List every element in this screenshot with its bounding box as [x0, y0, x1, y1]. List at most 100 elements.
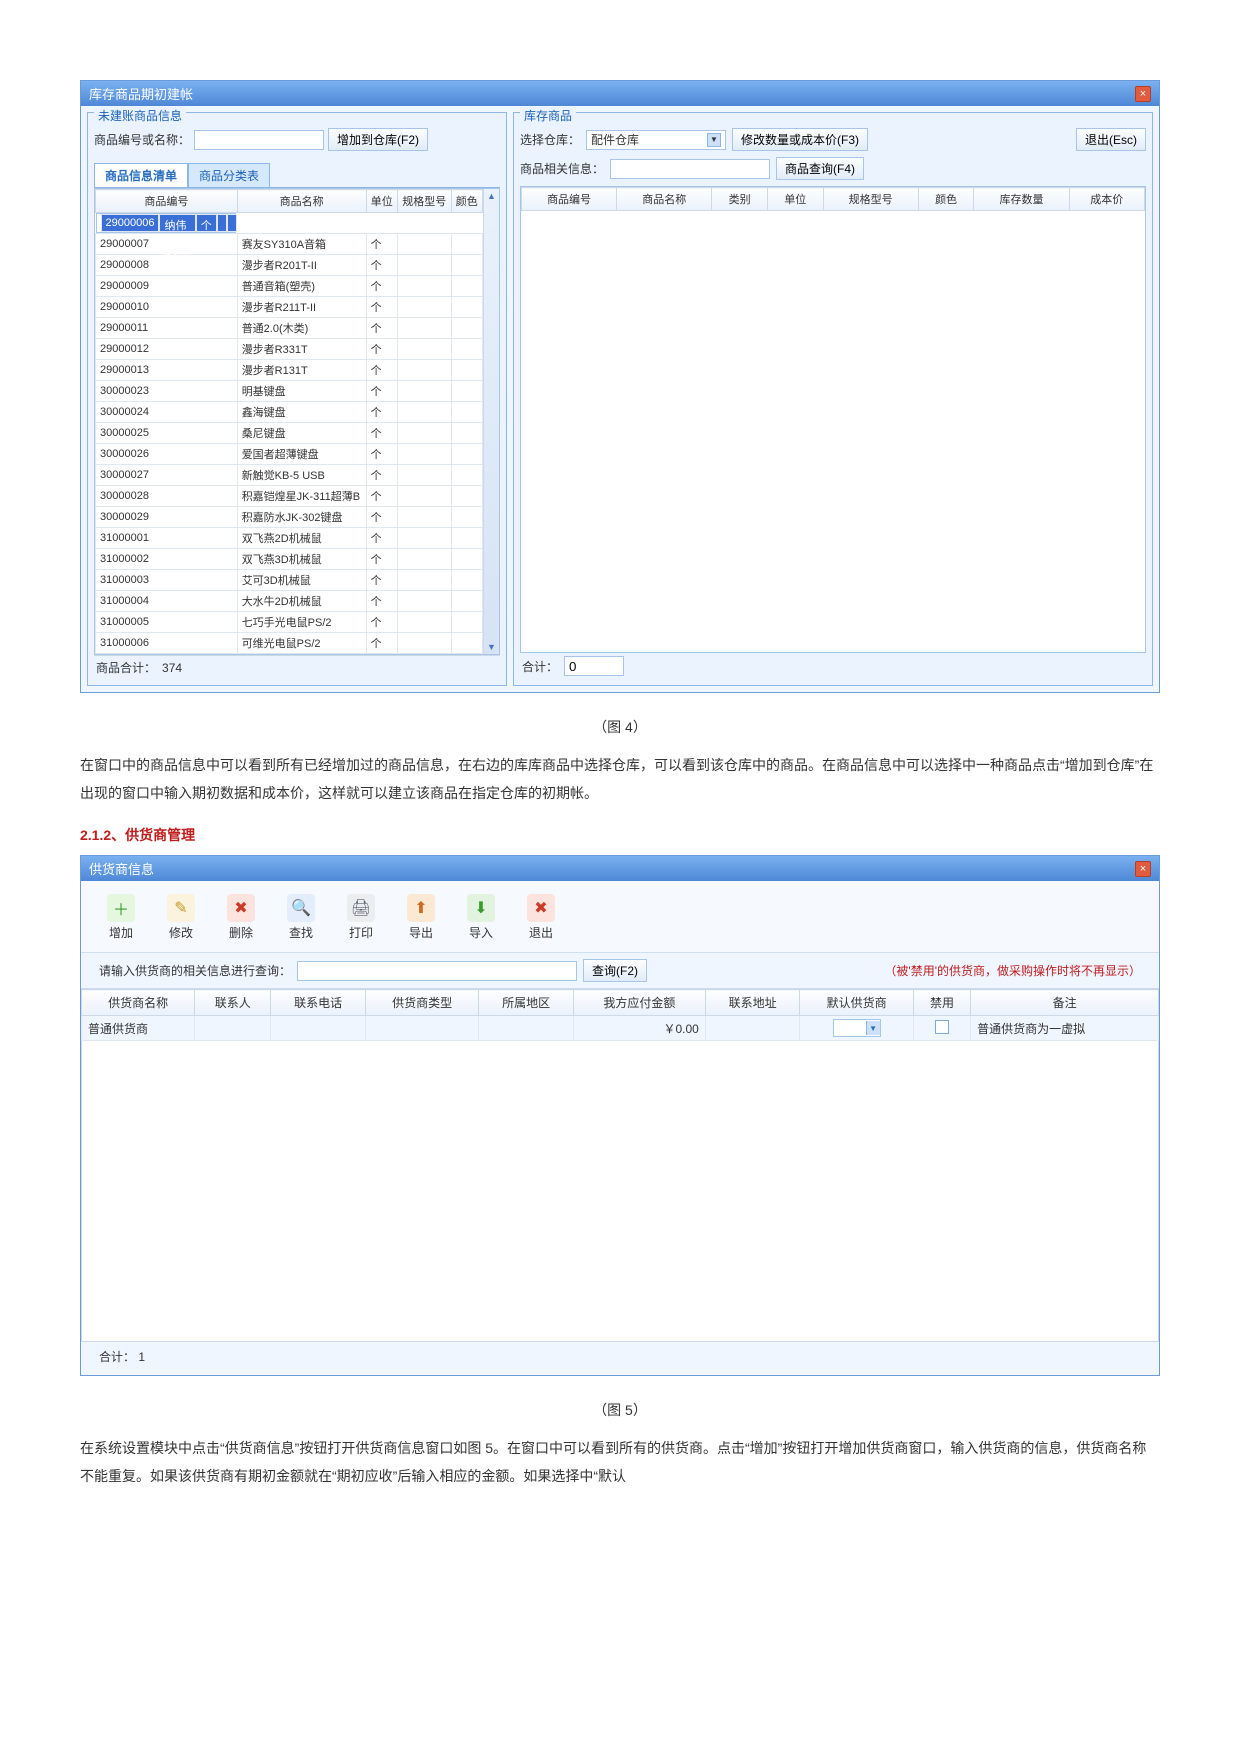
supplier-search-input[interactable] — [297, 961, 577, 981]
label-product-info: 商品相关信息： — [520, 160, 604, 177]
close-icon[interactable]: × — [1135, 86, 1151, 102]
col-sup-type[interactable]: 供货商类型 — [365, 990, 478, 1016]
col-name[interactable]: 商品名称 — [237, 190, 366, 213]
table-row[interactable]: 29000008漫步者R201T-II个 — [96, 255, 483, 276]
table-row[interactable]: 31000004大水牛2D机械鼠个 — [96, 591, 483, 612]
col-unit2[interactable]: 单位 — [767, 188, 823, 211]
scroll-down-icon[interactable]: ▼ — [484, 640, 499, 654]
cell-spec — [397, 255, 451, 276]
table-row[interactable]: 29000009普通音箱(塑壳)个 — [96, 276, 483, 297]
table-row[interactable]: 30000027新触觉KB-5 USB个 — [96, 465, 483, 486]
supplier-search-row: 请输入供货商的相关信息进行查询： 查询(F2) （被'禁用'的供货商，做采购操作… — [81, 953, 1159, 988]
supplier-grid: 供货商名称 联系人 联系电话 供货商类型 所属地区 我方应付金额 联系地址 默认… — [81, 988, 1159, 1342]
table-row[interactable]: 31000002双飞燕3D机械鼠个 — [96, 549, 483, 570]
col-spec2[interactable]: 规格型号 — [823, 188, 918, 211]
col-sup-region[interactable]: 所属地区 — [479, 990, 574, 1016]
cell-code: 30000028 — [96, 486, 238, 507]
print-button[interactable]: 🖨 打印 — [333, 891, 389, 944]
col-sup-disable[interactable]: 禁用 — [913, 990, 970, 1016]
cell-spec — [397, 444, 451, 465]
cell-color — [451, 591, 482, 612]
table-row[interactable]: 29000010漫步者R211T-II个 — [96, 297, 483, 318]
toolbar: ＋ 增加 ✎ 修改 ✖ 删除 🔍 查找 🖨 打印 ⬆ 导出 — [81, 881, 1159, 953]
value-product-total: 374 — [162, 661, 182, 675]
cell-unit: 个 — [366, 486, 397, 507]
export-button[interactable]: ⬆ 导出 — [393, 891, 449, 944]
disable-checkbox[interactable] — [935, 1020, 949, 1034]
add-button[interactable]: ＋ 增加 — [93, 891, 149, 944]
warehouse-select[interactable]: 配件仓库 ▼ — [586, 130, 726, 150]
table-row[interactable]: 29000013漫步者R131T个 — [96, 360, 483, 381]
table-row[interactable]: 30000029积嘉防水JK-302键盘个 — [96, 507, 483, 528]
col-sup-remark[interactable]: 备注 — [971, 990, 1159, 1016]
table-suppliers: 供货商名称 联系人 联系电话 供货商类型 所属地区 我方应付金额 联系地址 默认… — [81, 989, 1159, 1041]
col-sup-phone[interactable]: 联系电话 — [271, 990, 366, 1016]
col-unit[interactable]: 单位 — [366, 190, 397, 213]
find-button[interactable]: 🔍 查找 — [273, 891, 329, 944]
modify-qty-cost-button[interactable]: 修改数量或成本价(F3) — [732, 128, 868, 151]
cell-color — [451, 486, 482, 507]
table-row[interactable]: 30000024鑫海键盘个 — [96, 402, 483, 423]
scroll-up-icon[interactable]: ▲ — [484, 189, 499, 203]
cell-name: 可维光电鼠PS/2 — [237, 633, 366, 654]
exit-button[interactable]: 退出(Esc) — [1076, 128, 1146, 151]
edit-button[interactable]: ✎ 修改 — [153, 891, 209, 944]
product-code-or-name-input[interactable] — [194, 130, 324, 150]
label-select-warehouse: 选择仓库： — [520, 131, 580, 148]
col-cost2[interactable]: 成本价 — [1069, 188, 1144, 211]
cell-spec — [397, 423, 451, 444]
panel-legend: 未建账商品信息 — [94, 107, 186, 124]
cell-spec — [397, 507, 451, 528]
table-row[interactable]: 29000012漫步者R331T个 — [96, 339, 483, 360]
cell-name: 积嘉铠煌星JK-311超薄B — [237, 486, 366, 507]
delete-button[interactable]: ✖ 删除 — [213, 891, 269, 944]
table-row[interactable]: 29000011普通2.0(木类)个 — [96, 318, 483, 339]
col-sup-name[interactable]: 供货商名称 — [82, 990, 195, 1016]
col-cat2[interactable]: 类别 — [712, 188, 768, 211]
product-query-button[interactable]: 商品查询(F4) — [776, 157, 864, 180]
table-row[interactable]: 29000006纳伟仕F30A个 — [96, 213, 236, 233]
label-product-code-or-name: 商品编号或名称： — [94, 131, 190, 148]
col-code[interactable]: 商品编号 — [96, 190, 238, 213]
table-row[interactable]: 30000026爱国者超薄键盘个 — [96, 444, 483, 465]
cell-spec — [397, 591, 451, 612]
table-row[interactable]: 31000003艾可3D机械鼠个 — [96, 570, 483, 591]
cell-name: 双飞燕3D机械鼠 — [237, 549, 366, 570]
section-heading-supplier: 2.1.2、供货商管理 — [80, 825, 1160, 845]
tab-product-list[interactable]: 商品信息清单 — [94, 163, 188, 187]
col-code2[interactable]: 商品编号 — [522, 188, 617, 211]
col-sup-contact[interactable]: 联系人 — [195, 990, 271, 1016]
col-color2[interactable]: 颜色 — [918, 188, 974, 211]
col-sup-default[interactable]: 默认供货商 — [800, 990, 913, 1016]
cell-unit: 个 — [366, 528, 397, 549]
cell-unit: 个 — [366, 465, 397, 486]
table-row[interactable]: 31000006可维光电鼠PS/2个 — [96, 633, 483, 654]
table-row[interactable]: 30000023明基键盘个 — [96, 381, 483, 402]
exit-button[interactable]: ✖ 退出 — [513, 891, 569, 944]
table-row[interactable]: 31000005七巧手光电鼠PS/2个 — [96, 612, 483, 633]
paragraph-figure4-desc: 在窗口中的商品信息中可以看到所有已经增加过的商品信息，在右边的库库商品中选择仓库… — [80, 751, 1160, 807]
close-icon[interactable]: × — [1135, 861, 1151, 877]
query-button[interactable]: 查询(F2) — [583, 959, 647, 982]
table-row[interactable]: 30000025桑尼键盘个 — [96, 423, 483, 444]
col-sup-payable[interactable]: 我方应付金额 — [573, 990, 705, 1016]
value-right-total[interactable] — [564, 656, 624, 676]
table-row[interactable]: 30000028积嘉铠煌星JK-311超薄B个 — [96, 486, 483, 507]
search-icon: 🔍 — [287, 894, 315, 922]
col-color[interactable]: 颜色 — [451, 190, 482, 213]
col-name2[interactable]: 商品名称 — [617, 188, 712, 211]
default-supplier-select[interactable]: ▼ — [833, 1019, 881, 1037]
col-qty2[interactable]: 库存数量 — [974, 188, 1069, 211]
tab-product-categories[interactable]: 商品分类表 — [188, 163, 270, 187]
product-info-input[interactable] — [610, 159, 770, 179]
col-sup-addr[interactable]: 联系地址 — [705, 990, 800, 1016]
scrollbar-vertical[interactable]: ▲ ▼ — [483, 189, 499, 654]
add-to-warehouse-button[interactable]: 增加到仓库(F2) — [328, 128, 428, 151]
table-row[interactable]: 29000007赛友SY310A音箱个 — [96, 234, 483, 255]
cell-code: 30000026 — [96, 444, 238, 465]
titlebar: 库存商品期初建帐 × — [81, 81, 1159, 106]
table-row[interactable]: 普通供货商 ￥0.00 ▼ 普通供货商为一虚拟 — [82, 1016, 1159, 1041]
col-spec[interactable]: 规格型号 — [397, 190, 451, 213]
import-button[interactable]: ⬇ 导入 — [453, 891, 509, 944]
table-row[interactable]: 31000001双飞燕2D机械鼠个 — [96, 528, 483, 549]
